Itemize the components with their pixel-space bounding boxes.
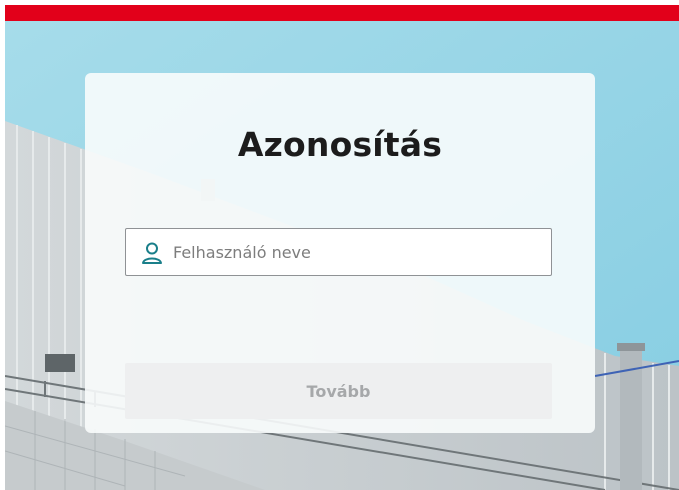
page: Azonosítás Tovább — [5, 5, 679, 490]
page-title: Azonosítás — [237, 125, 443, 164]
next-button[interactable]: Tovább — [125, 363, 552, 419]
username-input[interactable] — [173, 229, 543, 275]
login-card: Azonosítás Tovább — [85, 73, 595, 433]
user-icon — [142, 242, 162, 264]
username-field[interactable] — [125, 228, 552, 276]
brand-top-bar — [5, 5, 679, 21]
